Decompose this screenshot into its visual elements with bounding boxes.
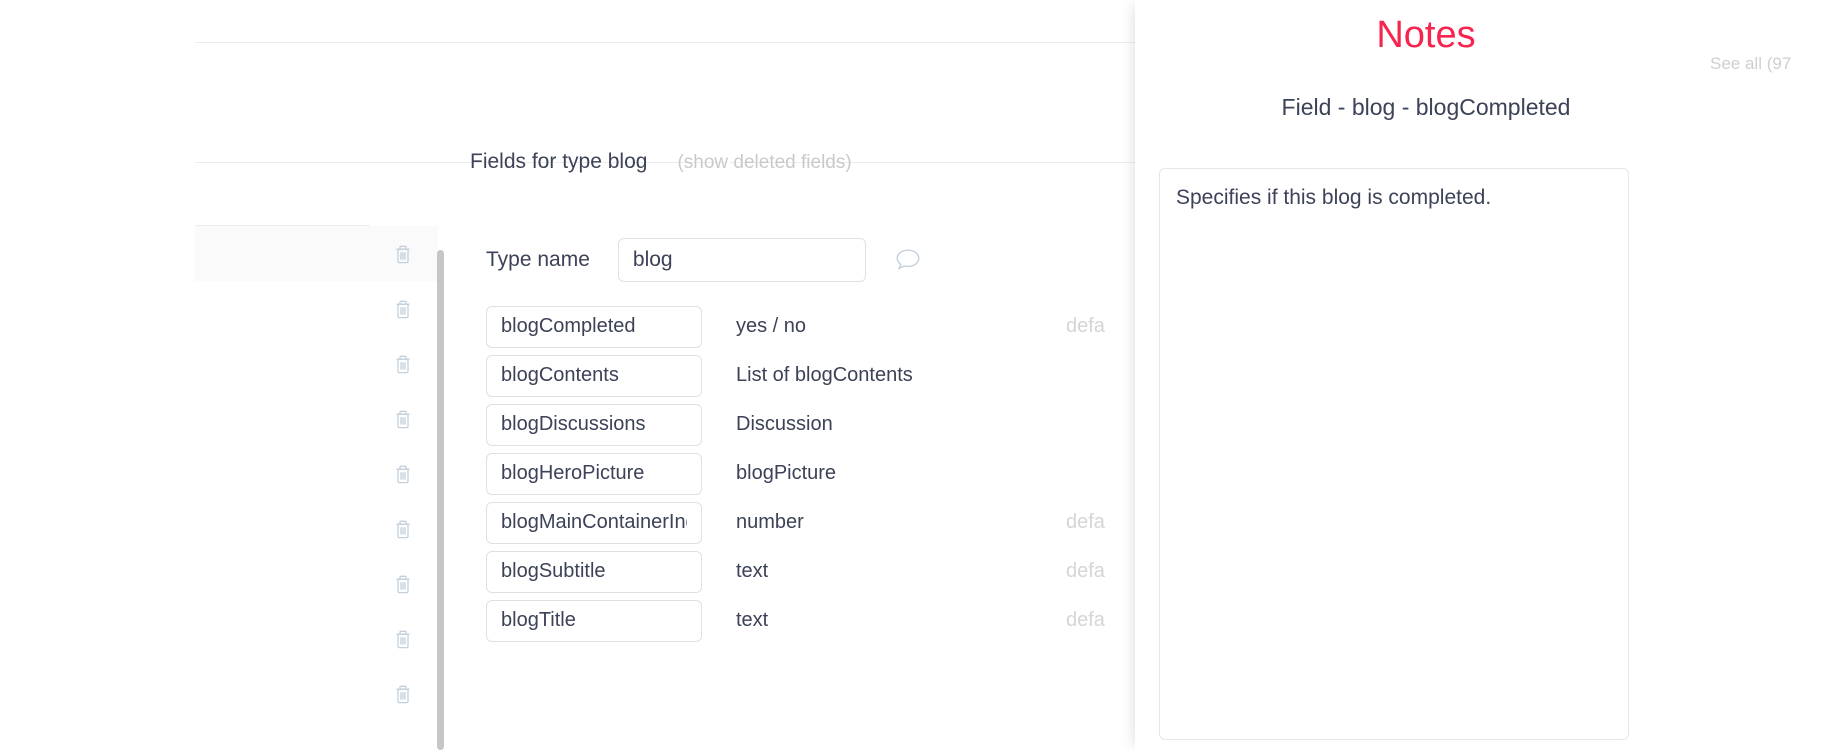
list-item[interactable] [195, 446, 438, 501]
field-default-label: defa [1066, 560, 1105, 583]
show-deleted-fields-link[interactable]: (show deleted fields) [677, 152, 851, 174]
trash-icon[interactable] [394, 244, 412, 264]
list-item[interactable] [195, 666, 438, 721]
trash-icon[interactable] [394, 409, 412, 429]
field-name-input[interactable] [486, 600, 702, 642]
field-type-label: Discussion [736, 413, 1066, 436]
list-item[interactable] [195, 501, 438, 556]
field-name-input[interactable] [486, 551, 702, 593]
field-name-input[interactable] [486, 355, 702, 397]
field-name-input[interactable] [486, 453, 702, 495]
field-type-label: text [736, 609, 1066, 632]
left-list-pane [195, 226, 438, 750]
list-item[interactable] [195, 336, 438, 391]
list-item[interactable] [195, 391, 438, 446]
fields-header: Fields for type blog (show deleted field… [470, 150, 852, 174]
list-item[interactable] [195, 611, 438, 666]
type-name-input[interactable] [618, 238, 866, 282]
type-name-row: Type name [486, 238, 922, 282]
note-textarea[interactable]: Specifies if this blog is completed. [1159, 168, 1629, 740]
field-type-label: text [736, 560, 1066, 583]
page-title: Fields for type blog [470, 150, 647, 174]
field-default-label: defa [1066, 511, 1105, 534]
field-name-input[interactable] [486, 404, 702, 446]
app-root: Fields for type blog (show deleted field… [0, 0, 1830, 750]
speech-bubble-icon[interactable] [894, 247, 922, 273]
field-type-label: number [736, 511, 1066, 534]
trash-icon[interactable] [394, 629, 412, 649]
trash-icon[interactable] [394, 574, 412, 594]
notes-title: Notes [1135, 14, 1717, 57]
list-item[interactable] [195, 281, 438, 336]
notes-subtitle: Field - blog - blogCompleted [1135, 94, 1717, 121]
notes-panel: Notes See all (97 Field - blog - blogCom… [1135, 0, 1830, 750]
trash-icon[interactable] [394, 519, 412, 539]
trash-icon[interactable] [394, 354, 412, 374]
field-name-input[interactable] [486, 502, 702, 544]
pane-scrollbar[interactable] [437, 250, 444, 750]
note-body-text: Specifies if this blog is completed. [1176, 183, 1612, 213]
see-all-notes-link[interactable]: See all (97 [1710, 54, 1830, 74]
trash-icon[interactable] [394, 464, 412, 484]
field-name-input[interactable] [486, 306, 702, 348]
trash-icon[interactable] [394, 684, 412, 704]
type-name-label: Type name [486, 248, 590, 272]
trash-icon[interactable] [394, 299, 412, 319]
list-item[interactable] [195, 556, 438, 611]
field-type-label: blogPicture [736, 462, 1066, 485]
field-type-label: yes / no [736, 315, 1066, 338]
field-default-label: defa [1066, 609, 1105, 632]
list-item[interactable] [195, 226, 438, 281]
field-type-label: List of blogContents [736, 364, 1066, 387]
field-default-label: defa [1066, 315, 1105, 338]
